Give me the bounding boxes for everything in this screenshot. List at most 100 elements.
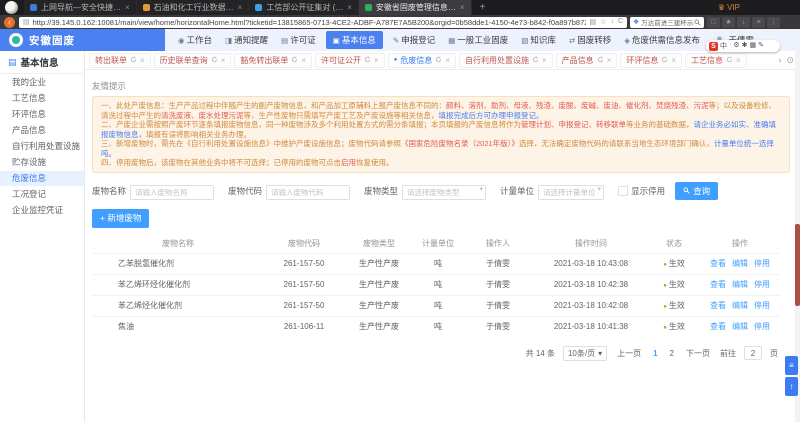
tab-refresh-icon[interactable] <box>726 56 733 65</box>
tab-close-icon[interactable]: × <box>221 56 226 65</box>
show-disabled-toggle[interactable]: 显示停用 <box>618 185 665 197</box>
nav-item-waste-transfer[interactable]: ⇄固废转移 <box>566 32 614 48</box>
download-page-icon[interactable]: ↓ <box>610 18 614 26</box>
action-disable[interactable]: 停用 <box>754 301 770 310</box>
nav-item-notifications[interactable]: ◨通知提醒 <box>222 32 271 48</box>
tab-close-icon[interactable]: × <box>542 56 547 65</box>
sidebar-item-product-info[interactable]: 产品信息 <box>0 123 84 138</box>
sidebar-item-monitor-certificate[interactable]: 企业监控凭证 <box>0 203 84 218</box>
ime-item-4[interactable]: ✱ <box>742 41 748 51</box>
ime-item-2[interactable]: · <box>729 41 731 51</box>
action-edit[interactable]: 编辑 <box>732 280 748 289</box>
tab-refresh-icon[interactable] <box>597 56 604 65</box>
sidebar-item-self-disposal-facility[interactable]: 自行利用处置设施 <box>0 139 84 154</box>
tab-close-icon[interactable]: × <box>460 3 465 12</box>
page-tab-9[interactable]: 工艺信息× <box>685 53 747 68</box>
waste-type-input[interactable] <box>402 185 486 200</box>
action-edit[interactable]: 编辑 <box>732 301 748 310</box>
extension-button[interactable]: □ <box>707 17 720 28</box>
tab-refresh-icon[interactable] <box>364 56 371 65</box>
page-tab-5[interactable]: ●危废信息× <box>388 53 456 68</box>
search-icon[interactable] <box>694 19 701 26</box>
page-tab-1[interactable]: 转出联单× <box>89 53 151 68</box>
action-disable[interactable]: 停用 <box>754 280 770 289</box>
tab-refresh-icon[interactable] <box>211 56 218 65</box>
tab-close-icon[interactable]: × <box>301 56 306 65</box>
tab-refresh-icon[interactable] <box>532 56 539 65</box>
action-disable[interactable]: 停用 <box>754 322 770 331</box>
sidebar-item-process-info[interactable]: 工艺信息 <box>0 91 84 106</box>
page-tab-2[interactable]: 历史联单查询× <box>154 53 232 68</box>
tab-close-icon[interactable]: × <box>140 56 145 65</box>
page-tab-6[interactable]: 自行利用处置设施× <box>459 53 553 68</box>
page-tab-8[interactable]: 环评信息× <box>620 53 682 68</box>
page-number-1[interactable]: 1 <box>651 349 659 358</box>
tab-close-icon[interactable]: × <box>445 56 450 65</box>
browser-tab-3[interactable]: 工信部公开征集对 (…× <box>249 0 359 15</box>
sidebar-item-my-company[interactable]: 我的企业 <box>0 75 84 90</box>
checkbox-icon[interactable] <box>618 186 628 196</box>
tab-refresh-icon[interactable] <box>661 56 668 65</box>
tab-refresh-icon[interactable] <box>435 56 442 65</box>
browser-search-box[interactable]: ❖ 万达前进三建杯示社 <box>630 17 704 28</box>
tab-close-icon[interactable]: × <box>347 3 352 12</box>
nav-item-general-solid-waste[interactable]: ▦一般工业固废 <box>445 32 511 48</box>
url-field[interactable]: ▤ http://39.145.0.162:10081/main/view/ho… <box>19 17 627 28</box>
prev-page-button[interactable]: 上一页 <box>615 348 643 359</box>
page-tab-7[interactable]: 产品信息× <box>556 53 618 68</box>
page-tab-3[interactable]: 豁免转出联单× <box>234 53 312 68</box>
nav-item-workbench[interactable]: ◉工作台 <box>175 32 215 48</box>
refresh-page-icon[interactable]: C <box>618 18 623 26</box>
scrollbar-thumb[interactable] <box>795 224 800 306</box>
new-tab-button[interactable]: + <box>472 2 494 13</box>
tab-close-icon[interactable]: × <box>125 3 130 12</box>
nav-item-knowledge-base[interactable]: ▧知识库 <box>518 32 559 48</box>
bookmarks-button[interactable]: ★ <box>722 17 735 28</box>
ime-logo-icon[interactable]: S <box>709 42 718 51</box>
unit-input[interactable] <box>538 185 604 200</box>
tab-close-icon[interactable]: × <box>374 56 379 65</box>
sidebar-item-eia-info[interactable]: 环评信息 <box>0 107 84 122</box>
waste-code-input[interactable] <box>266 185 350 200</box>
tab-close-icon[interactable]: × <box>736 56 741 65</box>
ime-item-1[interactable]: 中 <box>720 41 727 51</box>
browser-tab-2[interactable]: 石油和化工行业数据…× <box>137 0 250 15</box>
nav-item-declaration[interactable]: ✎申报登记 <box>390 32 438 48</box>
browser-tab-4[interactable]: 安徽省固废管理信息…× <box>359 0 472 15</box>
action-edit[interactable]: 编辑 <box>732 259 748 268</box>
browser-logo-icon[interactable] <box>5 1 18 14</box>
ime-toolbar[interactable]: S 中·⚙✱▦✎ <box>706 40 780 52</box>
floating-back-top-widget[interactable]: ↑ <box>785 377 798 396</box>
action-view[interactable]: 查看 <box>710 259 726 268</box>
tab-refresh-icon[interactable] <box>291 56 298 65</box>
sidebar-item-work-condition[interactable]: 工况登记 <box>0 187 84 202</box>
nav-item-basic-info[interactable]: ▣基本信息 <box>326 31 383 49</box>
reader-mode-icon[interactable]: ▤ <box>590 18 597 26</box>
search-button[interactable]: 查询 <box>675 182 718 200</box>
menu-button[interactable]: ≡ <box>752 17 765 28</box>
action-view[interactable]: 查看 <box>710 280 726 289</box>
more-button[interactable]: ⋮ <box>767 17 780 28</box>
per-page-select[interactable]: 10条/页▾ <box>563 346 607 361</box>
tab-close-icon[interactable]: × <box>238 3 243 12</box>
floating-service-widget[interactable]: ≡ <box>785 356 798 375</box>
ime-item-6[interactable]: ✎ <box>758 41 764 51</box>
action-view[interactable]: 查看 <box>710 322 726 331</box>
tab-menu-icon[interactable]: ⊙ <box>786 55 794 66</box>
tab-close-icon[interactable]: × <box>671 56 676 65</box>
tab-overflow-icon[interactable]: › <box>778 55 781 66</box>
nav-item-supply-demand-publish[interactable]: ◈危废供需信息发布 <box>621 32 703 48</box>
downloads-button[interactable]: ↓ <box>737 17 750 28</box>
next-page-button[interactable]: 下一页 <box>684 348 712 359</box>
vip-badge[interactable]: ♛ VIP <box>718 3 800 12</box>
nav-item-license[interactable]: ▤许可证 <box>278 32 319 48</box>
sidebar-item-hazardous-waste-info[interactable]: 危废信息 <box>0 171 84 186</box>
browser-tab-1[interactable]: 上网导航—安全快捷…× <box>24 0 137 15</box>
back-button[interactable]: ‹ <box>4 17 15 28</box>
action-view[interactable]: 查看 <box>710 301 726 310</box>
ime-item-5[interactable]: ▦ <box>750 41 757 51</box>
add-waste-button[interactable]: + 新增废物 <box>92 209 149 228</box>
tab-refresh-icon[interactable] <box>130 56 137 65</box>
sidebar-item-storage-facility[interactable]: 贮存设施 <box>0 155 84 170</box>
action-edit[interactable]: 编辑 <box>732 322 748 331</box>
